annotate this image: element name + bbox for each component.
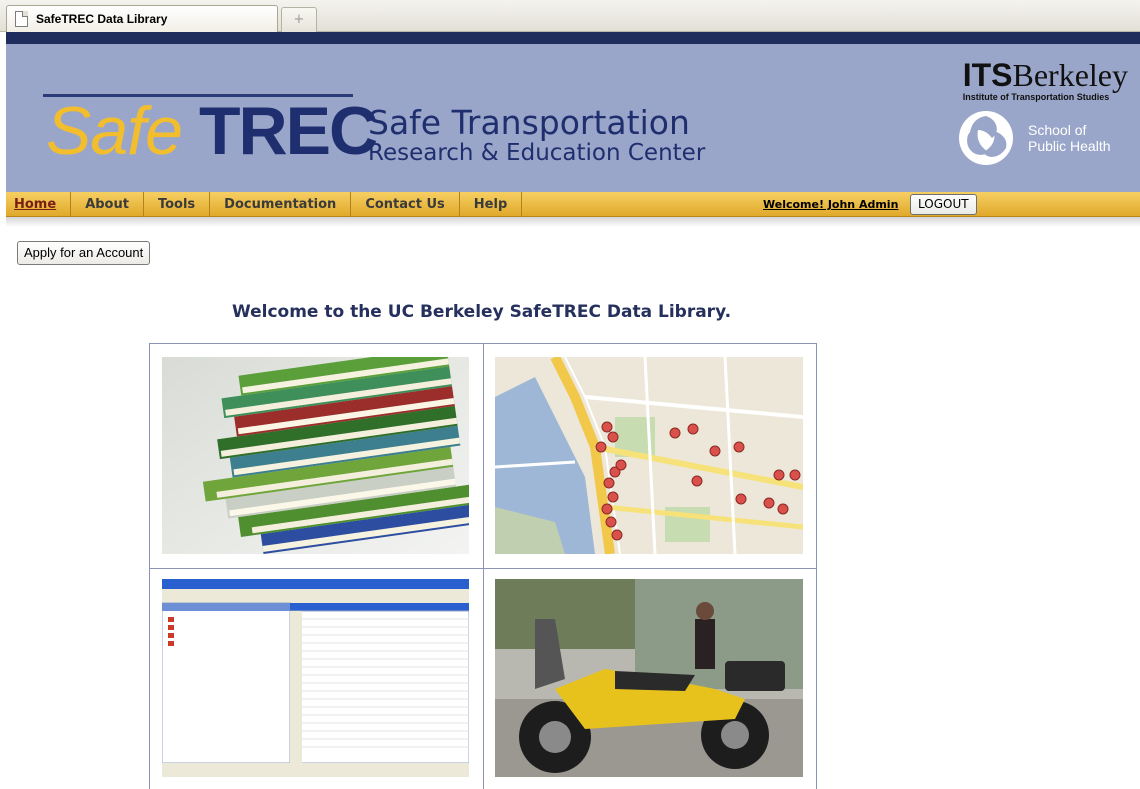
software-screenshot-image <box>162 579 469 777</box>
nav-documentation[interactable]: Documentation <box>210 192 352 217</box>
grid-divider-vertical <box>483 344 484 789</box>
browser-tab-title: SafeTREC Data Library <box>36 12 168 26</box>
header-top-stripe <box>6 32 1140 44</box>
new-tab-button[interactable]: + <box>281 7 317 32</box>
welcome-user-link[interactable]: Welcome! John Admin <box>763 198 898 211</box>
nav-help[interactable]: Help <box>460 192 523 217</box>
apply-account-button[interactable]: Apply for an Account <box>17 241 151 265</box>
main-nav: Home About Tools Documentation Contact U… <box>6 192 1140 227</box>
logout-button[interactable]: LOGOUT <box>910 194 977 215</box>
grid-divider-horizontal <box>150 568 816 569</box>
browser-tab-strip: SafeTREC Data Library + <box>0 0 1140 32</box>
logo-subtitle-line2: Research & Education Center <box>368 140 706 166</box>
nav-home[interactable]: Home <box>6 192 72 217</box>
school-public-health-logo: School of Public Health <box>956 108 1111 168</box>
browser-tab[interactable]: SafeTREC Data Library <box>6 5 278 32</box>
its-bold-text: ITS <box>962 57 1013 93</box>
logo-safe-text: Safe <box>46 93 183 169</box>
its-subtitle: Institute of Transportation Studies <box>962 92 1110 102</box>
its-berkeley-text: Berkeley <box>1012 57 1129 93</box>
page-title: Welcome to the UC Berkeley SafeTREC Data… <box>231 302 732 322</box>
map-image <box>495 357 803 554</box>
logo-subtitle-line1: Safe Transportation <box>368 103 690 142</box>
books-image <box>162 357 469 554</box>
sph-line1: School of <box>1028 121 1087 138</box>
its-berkeley-logo: ITSBerkeley Institute of Transportation … <box>963 59 1128 102</box>
image-grid <box>149 343 817 789</box>
nav-tools[interactable]: Tools <box>144 192 211 217</box>
header-banner: Safe TREC Safe Transportation Research &… <box>6 44 1140 192</box>
nav-contact-us[interactable]: Contact Us <box>351 192 460 217</box>
page-icon <box>15 11 28 27</box>
logo-trec-text: TREC <box>199 93 378 169</box>
nav-about[interactable]: About <box>71 192 144 217</box>
plus-icon: + <box>293 12 305 27</box>
public-health-swirl-icon <box>959 111 1013 165</box>
motorcycle-image <box>495 579 803 777</box>
sph-line2: Public Health <box>1028 138 1111 154</box>
